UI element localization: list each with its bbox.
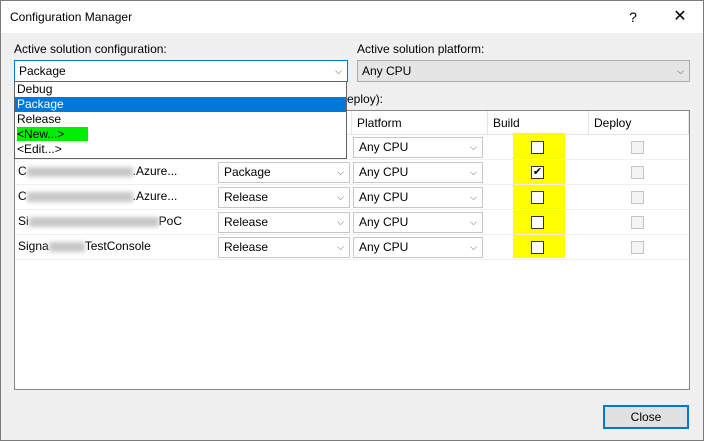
row-platform-select[interactable]: Any CPU ⌵ [353, 237, 483, 258]
build-checkbox[interactable] [531, 241, 544, 254]
active-config-select[interactable]: Package ⌵ [14, 60, 348, 82]
project-name-end: .Azure... [132, 189, 178, 203]
row-platform-select[interactable]: Any CPU ⌵ [353, 212, 483, 233]
build-checkbox[interactable] [531, 141, 544, 154]
deploy-checkbox [631, 166, 644, 179]
deploy-checkbox [631, 241, 644, 254]
deploy-checkbox [631, 141, 644, 154]
chevron-down-icon: ⌵ [470, 242, 477, 252]
row-platform-value: Any CPU [359, 240, 409, 254]
project-contexts-label: eploy): [347, 92, 384, 106]
chevron-down-icon: ⌵ [470, 167, 477, 177]
chevron-down-icon: ⌵ [335, 66, 342, 76]
project-name-end: TestConsole [84, 239, 151, 253]
deploy-checkbox [631, 216, 644, 229]
build-checkbox[interactable] [531, 191, 544, 204]
dropdown-option-edit[interactable]: <Edit...> [15, 142, 346, 157]
dropdown-option-new-label: <New...> [17, 127, 89, 141]
active-platform-select[interactable]: Any CPU ⌵ [357, 60, 690, 82]
chevron-down-icon: ⌵ [470, 217, 477, 227]
row-project-name: C .Azure... [18, 189, 177, 203]
dropdown-option-release[interactable]: Release [15, 112, 346, 127]
row-config-value: Package [224, 165, 271, 179]
redacted-text [28, 216, 159, 227]
chevron-down-icon: ⌵ [337, 167, 344, 177]
grid-header-build: Build [488, 111, 589, 135]
redacted-text [26, 166, 133, 177]
project-name-start: Si [18, 214, 29, 228]
project-name-start: Signa [18, 239, 49, 253]
deploy-checkbox [631, 191, 644, 204]
configuration-manager-window: Configuration Manager ? ✕ Active solutio… [0, 0, 704, 441]
redacted-text [48, 241, 85, 252]
row-config-value: Release [224, 240, 269, 254]
close-window-button[interactable]: ✕ [657, 1, 703, 33]
redacted-text [26, 191, 133, 202]
chevron-down-icon: ⌵ [470, 192, 477, 202]
active-platform-label: Active solution platform: [357, 42, 485, 56]
row-platform-select[interactable]: Any CPU ⌵ [353, 137, 483, 158]
active-platform-value: Any CPU [362, 64, 412, 78]
chevron-down-icon: ⌵ [470, 142, 477, 152]
table-row: Si PoC Release ⌵ Any CPU ⌵ [15, 210, 689, 235]
row-config-select[interactable]: Release ⌵ [218, 187, 350, 208]
dropdown-option-new[interactable]: <New...> [15, 127, 346, 142]
row-project-name: C .Azure... [18, 164, 177, 178]
build-checkbox[interactable]: ✔ [531, 166, 544, 179]
checkmark-icon: ✔ [532, 166, 543, 178]
table-row: Signa TestConsole Release ⌵ Any CPU ⌵ [15, 235, 689, 260]
table-row: C .Azure... Release ⌵ Any CPU ⌵ [15, 185, 689, 210]
project-name-end: PoC [158, 214, 183, 228]
grid-header-deploy: Deploy [589, 111, 689, 135]
dropdown-option-debug[interactable]: Debug [15, 82, 346, 97]
dropdown-option-package[interactable]: Package [15, 97, 346, 112]
row-config-select[interactable]: Release ⌵ [218, 212, 350, 233]
close-button[interactable]: Close [603, 405, 689, 429]
row-platform-select[interactable]: Any CPU ⌵ [353, 162, 483, 183]
row-platform-value: Any CPU [359, 140, 409, 154]
row-platform-value: Any CPU [359, 190, 409, 204]
window-title: Configuration Manager [10, 10, 133, 24]
project-name-end: .Azure... [132, 164, 178, 178]
row-config-select[interactable]: Release ⌵ [218, 237, 350, 258]
grid-header-platform: Platform [352, 111, 488, 135]
project-name-start: C [18, 189, 27, 203]
chevron-down-icon: ⌵ [337, 192, 344, 202]
active-config-value: Package [19, 64, 66, 78]
chevron-down-icon: ⌵ [677, 66, 684, 76]
row-config-select[interactable]: Package ⌵ [218, 162, 350, 183]
project-name-start: C [18, 164, 27, 178]
row-platform-select[interactable]: Any CPU ⌵ [353, 187, 483, 208]
help-button[interactable]: ? [613, 1, 653, 33]
chevron-down-icon: ⌵ [337, 242, 344, 252]
row-platform-value: Any CPU [359, 215, 409, 229]
row-config-value: Release [224, 190, 269, 204]
build-checkbox[interactable] [531, 216, 544, 229]
config-dropdown-list: Debug Package Release <New...> <Edit...> [14, 81, 347, 159]
row-project-name: Signa TestConsole [18, 239, 151, 253]
row-project-name: Si PoC [18, 214, 182, 228]
row-platform-value: Any CPU [359, 165, 409, 179]
active-config-label: Active solution configuration: [14, 42, 167, 56]
title-bar: Configuration Manager ? ✕ [1, 1, 703, 33]
table-row: C .Azure... Package ⌵ Any CPU ⌵ ✔ [15, 160, 689, 185]
row-config-value: Release [224, 215, 269, 229]
chevron-down-icon: ⌵ [337, 217, 344, 227]
